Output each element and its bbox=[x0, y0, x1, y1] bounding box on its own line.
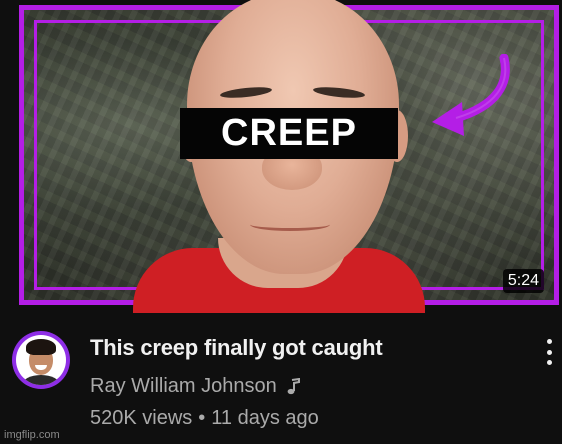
music-note-icon bbox=[287, 377, 300, 394]
avatar-hair bbox=[26, 339, 56, 355]
upload-age: 11 days ago bbox=[211, 407, 319, 429]
menu-dot bbox=[546, 349, 552, 355]
more-vert-icon[interactable] bbox=[538, 337, 560, 367]
video-details: This creep finally got caught Ray Willia… bbox=[0, 313, 562, 444]
view-count: 520K views bbox=[90, 407, 193, 429]
channel-row[interactable]: Ray William Johnson bbox=[90, 375, 301, 398]
avatar-image bbox=[16, 335, 66, 385]
menu-dot bbox=[546, 360, 552, 365]
channel-avatar[interactable] bbox=[12, 331, 70, 389]
censor-label: CREEP bbox=[221, 112, 357, 154]
stats-separator: • bbox=[198, 407, 206, 429]
video-title[interactable]: This creep finally got caught bbox=[90, 335, 383, 361]
avatar-body bbox=[22, 375, 60, 385]
duration-badge: 5:24 bbox=[502, 269, 544, 293]
channel-name[interactable]: Ray William Johnson bbox=[90, 375, 277, 398]
thumbnail-person-mouth bbox=[250, 218, 330, 231]
video-thumbnail[interactable]: CREEP 5:24 bbox=[0, 0, 562, 313]
video-stats: 520K views • 11 days ago bbox=[90, 407, 319, 430]
curved-arrow-icon bbox=[432, 54, 510, 136]
censor-bar: CREEP bbox=[180, 108, 398, 159]
imgflip-watermark: imgflip.com bbox=[4, 429, 60, 441]
menu-dot bbox=[546, 339, 552, 344]
